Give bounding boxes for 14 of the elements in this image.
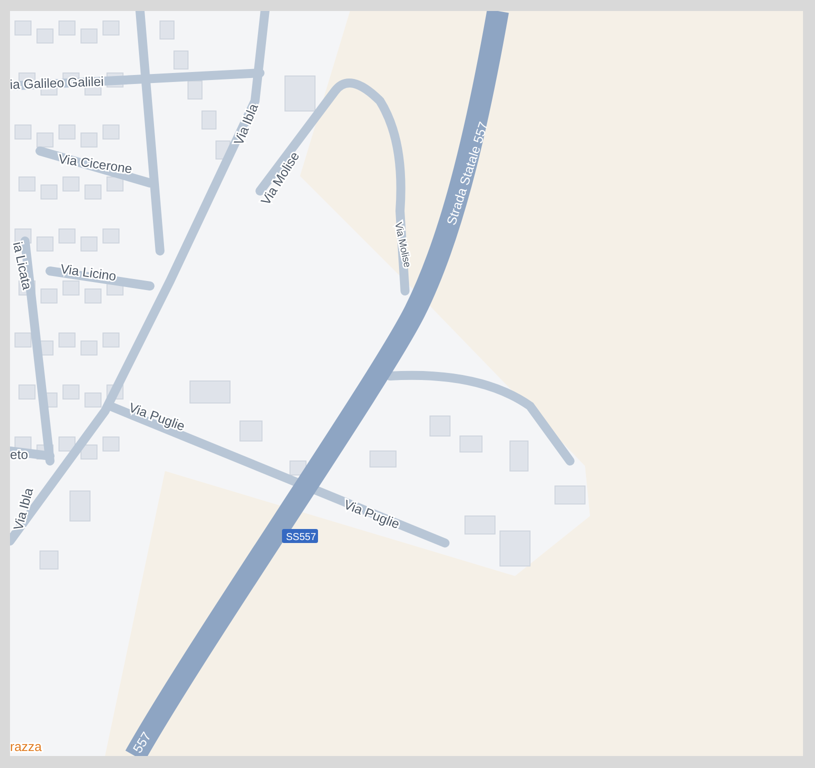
street-label: Via Ibla (230, 102, 261, 148)
street-label: Via Puglie (342, 496, 402, 532)
street-label: Via Ibla (10, 486, 36, 532)
highway-label: 557 (130, 729, 154, 756)
highway-label: Strada Statale 557 (444, 120, 492, 227)
road-number-label: SS557 (282, 529, 318, 543)
street-label: eto (10, 447, 28, 462)
place-label: razza (10, 739, 42, 754)
street-label: ia Galileo Galilei (10, 74, 104, 92)
street-label: Via Cicerone (58, 151, 134, 176)
street-label: Via Puglie (126, 400, 187, 434)
street-label: Via Molise (392, 221, 412, 269)
street-label: Via Licino (60, 261, 118, 284)
street-label: ia Licata (10, 240, 35, 291)
